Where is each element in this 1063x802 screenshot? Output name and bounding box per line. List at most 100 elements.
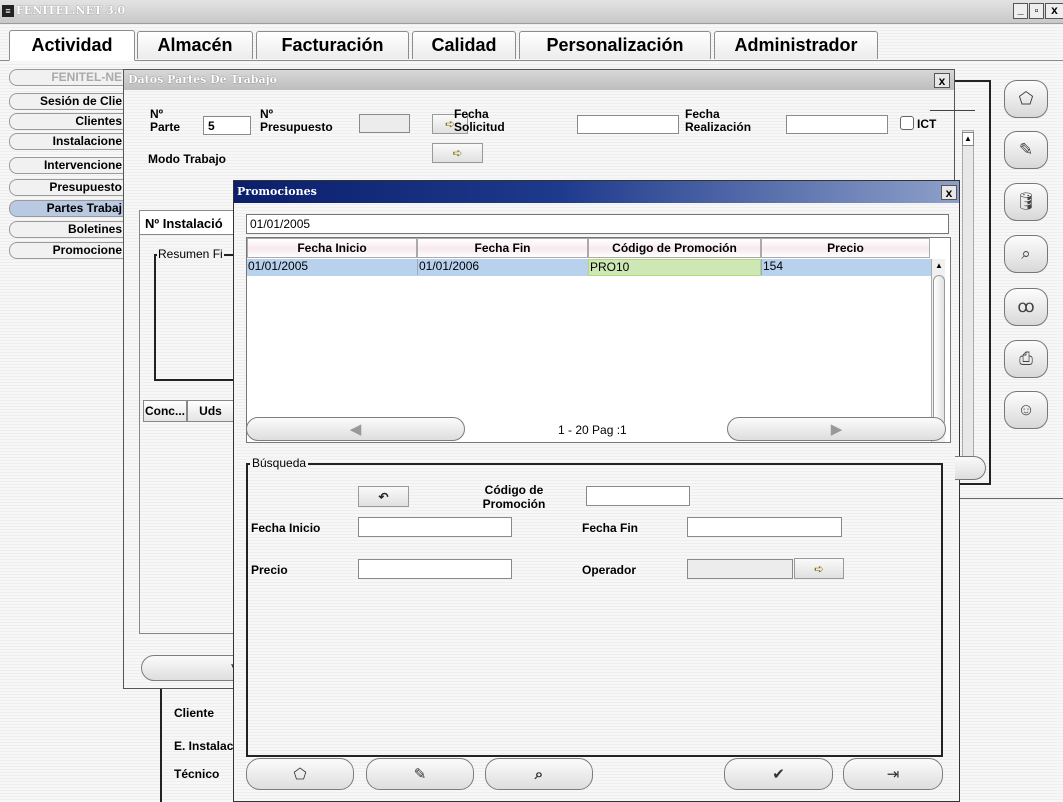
delete-icon[interactable]: 🛢 [1004, 183, 1048, 221]
nav-item-clientes[interactable]: Clientes [9, 113, 127, 130]
header-fecha-inicio[interactable]: Fecha Inicio [247, 238, 417, 258]
tab-facturacion[interactable]: Facturación [256, 31, 409, 59]
tab-administrador[interactable]: Administrador [714, 31, 878, 59]
promociones-title: Promociones [237, 185, 317, 198]
scroll-thumb[interactable] [933, 275, 945, 427]
busqueda-title: Búsqueda [250, 456, 309, 470]
operador-label: Operador [582, 563, 637, 577]
precio-label: Precio [251, 563, 288, 577]
tab-almacen[interactable]: Almacén [137, 31, 253, 59]
undo-button[interactable]: ↶ [358, 486, 409, 507]
fecha-fin-field[interactable] [687, 517, 842, 537]
ict-label: ICT [917, 117, 937, 131]
datos-partes-title-bar: Datos Partes De Trabajo [124, 70, 954, 90]
bg-grid-header-line [930, 110, 975, 111]
e-instalac-label: E. Instalac [174, 739, 234, 753]
datos-partes-close-button[interactable]: x [934, 73, 950, 88]
print-icon[interactable]: ⎙ [1004, 340, 1048, 378]
n-parte-label: Nº Parte [150, 107, 181, 134]
nav-item-boletines[interactable]: Boletines [9, 221, 127, 238]
busqueda-frame [246, 463, 943, 757]
cliente-label: Cliente [174, 706, 215, 720]
binoculars-search-icon: ⌕ [534, 765, 544, 783]
edit-button[interactable]: ✎ [366, 758, 474, 790]
checkmark-icon: ✔ [772, 766, 785, 783]
new-button[interactable]: ⬠ [246, 758, 354, 790]
fecha-inicio-field[interactable] [358, 517, 512, 537]
datos-partes-title: Datos Partes De Trabajo [128, 73, 277, 86]
search-button[interactable]: ⌕ [485, 758, 593, 790]
minimize-button[interactable]: _ [1013, 3, 1028, 19]
operador-field[interactable] [687, 559, 793, 579]
cell-fecha-fin: 01/01/2006 [417, 259, 588, 275]
header-fecha-fin[interactable]: Fecha Fin [417, 238, 588, 258]
tab-personalizacion[interactable]: Personalización [519, 31, 711, 59]
exit-icon: ⇥ [886, 766, 900, 783]
resumen-label: Resumen Fi [157, 247, 224, 261]
fecha-solicitud-label: Fecha Solicitud [454, 107, 505, 134]
tab-calidad[interactable]: Calidad [412, 31, 516, 59]
resumen-frame [154, 254, 236, 381]
fecha-solicitud-field[interactable] [577, 115, 679, 134]
nav-item-promociones[interactable]: Promocione [9, 242, 127, 259]
app-icon: ≡ [2, 5, 14, 17]
modo-trabajo-label: Modo Trabajo [148, 152, 226, 166]
app-title: FENITEL.NET 3.0 [16, 4, 126, 17]
maximize-button[interactable]: ▫ [1029, 3, 1044, 19]
n-parte-field[interactable]: 5 [203, 116, 251, 135]
dialog-right-scroll-up[interactable]: ▲ [962, 132, 974, 146]
promociones-title-bar: Promociones [234, 181, 959, 203]
promociones-filter-field[interactable]: 01/01/2005 [246, 214, 949, 234]
promociones-close-button[interactable]: x [941, 185, 957, 200]
pager-next-button[interactable]: ▶ [727, 417, 946, 441]
app-title-bar: ≡ FENITEL.NET 3.0 _ ▫ x [0, 0, 1063, 24]
n-presupuesto-field[interactable] [359, 114, 410, 133]
nav-item-presupuestos[interactable]: Presupuesto [9, 179, 127, 196]
bg-rounded-button-edge [955, 456, 986, 480]
exit-button[interactable]: ⇥ [843, 758, 943, 790]
fecha-fin-label: Fecha Fin [582, 521, 639, 535]
promociones-table: Fecha Inicio Fecha Fin Código de Promoci… [246, 237, 951, 443]
conc-header[interactable]: Conc... [143, 400, 187, 422]
codigo-promocion-field[interactable] [586, 486, 690, 506]
header-precio[interactable]: Precio [761, 238, 930, 258]
header-codigo-promocion[interactable]: Código de Promoción [588, 238, 761, 258]
binoculars-icon[interactable]: ꝏ [1004, 288, 1048, 326]
pager-prev-button[interactable]: ◀ [246, 417, 465, 441]
nav-item-sesion[interactable]: Sesión de Clie [9, 93, 127, 110]
fecha-realizacion-label: Fecha Realización [685, 107, 752, 134]
new-icon[interactable]: ⬠ [1004, 80, 1048, 118]
operador-lookup-button[interactable]: ➪ [794, 558, 844, 579]
bg-form-frame [160, 688, 162, 802]
fecha-realizacion-field[interactable] [786, 115, 888, 134]
codigo-promocion-label: Código de Promoción [482, 483, 546, 511]
edit-icon[interactable]: ✎ [1004, 131, 1048, 169]
table-row[interactable]: 01/01/2005 01/01/2006 PRO10 154 [247, 259, 931, 276]
subtab-instalacion[interactable]: Nº Instalació [139, 210, 239, 235]
view-icon[interactable]: ⌕ [1004, 235, 1048, 273]
users-icon[interactable]: ☺ [1004, 391, 1048, 429]
presupuesto-lookup-button-2[interactable]: ➪ [432, 143, 483, 163]
new-record-icon: ⬠ [293, 766, 307, 783]
precio-field[interactable] [358, 559, 512, 579]
table-scrollbar[interactable]: ▲ ▼ [931, 259, 945, 442]
pager-text: 1 - 20 Pag :1 [558, 423, 627, 437]
uds-header[interactable]: Uds [187, 400, 234, 422]
bg-divider-line [950, 498, 1063, 499]
scroll-up-arrow[interactable]: ▲ [933, 260, 945, 272]
tecnico-label: Técnico [174, 767, 220, 781]
fecha-inicio-label: Fecha Inicio [251, 521, 321, 535]
cell-precio: 154 [761, 259, 930, 275]
ict-checkbox[interactable] [900, 116, 914, 130]
close-window-button[interactable]: x [1045, 3, 1063, 19]
tab-actividad[interactable]: Actividad [9, 30, 135, 61]
nav-item-instalaciones[interactable]: Instalacione [9, 133, 127, 150]
nav-item-intervenciones[interactable]: Intervencione [9, 157, 127, 174]
accept-button[interactable]: ✔ [724, 758, 833, 790]
nav-item-partes-trabajo[interactable]: Partes Trabaj [9, 200, 127, 217]
edit-record-icon: ✎ [413, 766, 427, 783]
cell-codigo-promocion: PRO10 [588, 259, 761, 276]
nav-header: FENITEL-NE [9, 69, 127, 86]
promociones-dialog: Promociones x 01/01/2005 Fecha Inicio Fe… [233, 180, 960, 802]
right-scroll-track [962, 130, 974, 460]
